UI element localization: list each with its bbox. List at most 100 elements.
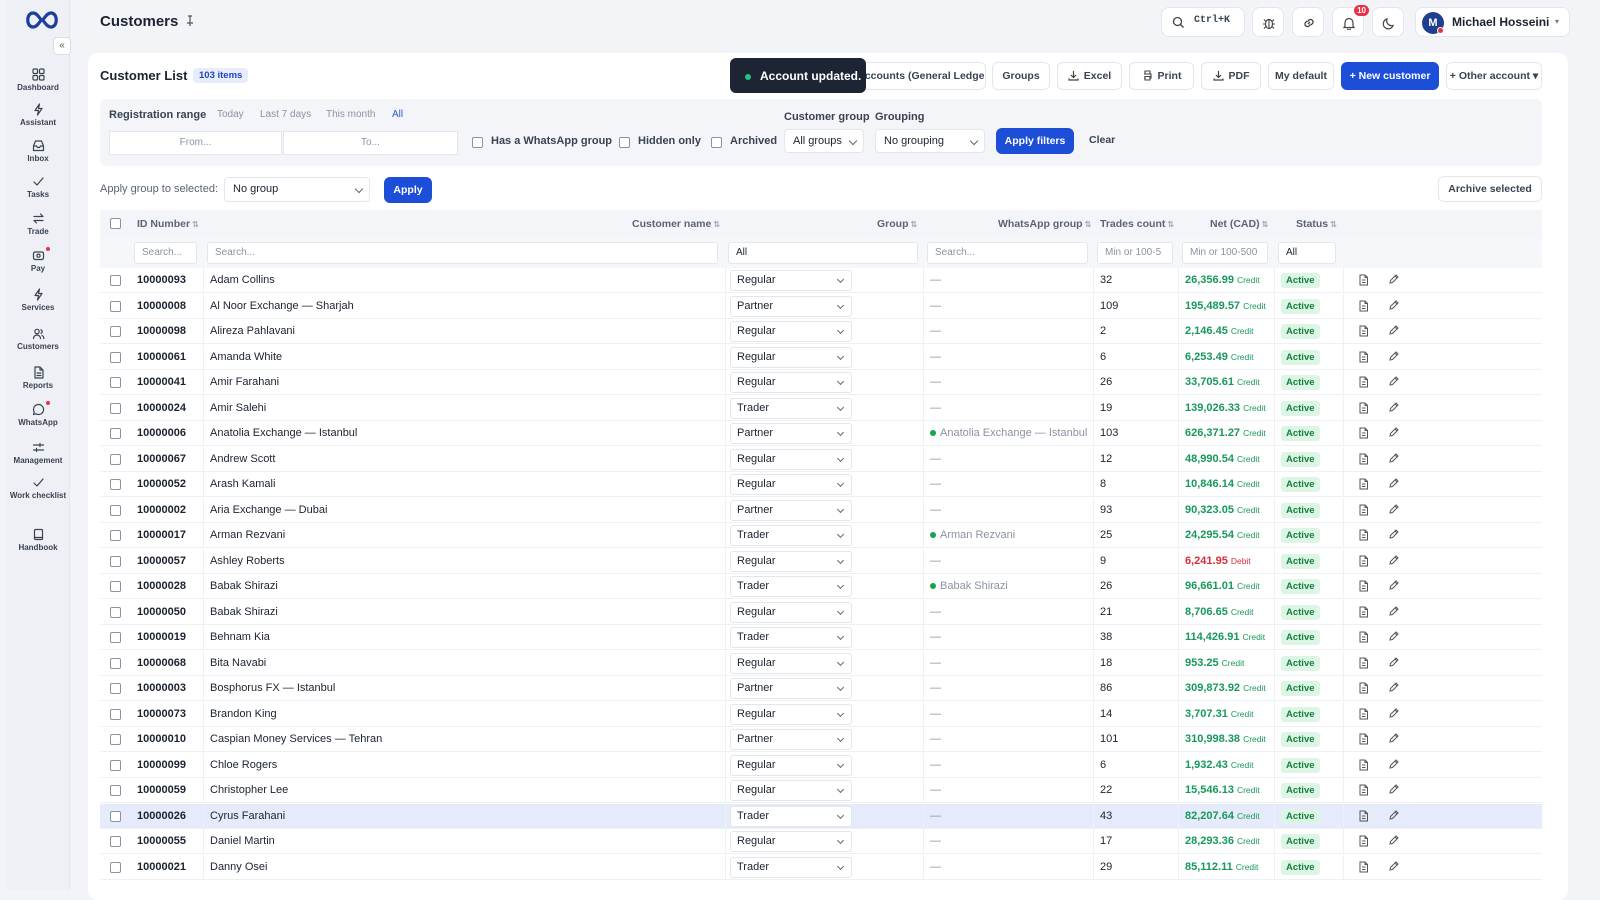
document-icon[interactable] <box>1358 810 1369 822</box>
customer-name[interactable]: Al Noor Exchange — Sharjah <box>210 300 354 312</box>
row-group-select[interactable]: Partner <box>730 295 852 317</box>
sidebar-item-trade[interactable]: Trade <box>6 212 70 237</box>
document-icon[interactable] <box>1358 274 1369 286</box>
table-row[interactable]: 10000002 Aria Exchange — Dubai Partner — 93 9… <box>100 497 1542 523</box>
row-group-select[interactable]: Trader <box>730 627 852 648</box>
table-row[interactable]: 10000067 Andrew Scott Regular — 12 48,990.54 C… <box>100 446 1542 472</box>
customer-name[interactable]: Amir Salehi <box>210 402 266 414</box>
row-checkbox[interactable] <box>110 402 121 414</box>
row-checkbox[interactable] <box>110 504 121 516</box>
row-checkbox[interactable] <box>110 836 121 847</box>
customer-name[interactable]: Danny Osei <box>210 861 267 873</box>
customer-group-select[interactable]: All groups <box>784 129 864 153</box>
edit-icon[interactable] <box>1388 325 1399 336</box>
table-row[interactable]: 10000073 Brandon King Regular — 14 3,707.31 Cr… <box>100 701 1542 727</box>
sidebar-item-whatsapp[interactable]: WhatsApp <box>6 401 70 428</box>
date-from-input[interactable]: From... <box>109 131 282 155</box>
row-checkbox[interactable] <box>110 810 121 822</box>
table-row[interactable]: 10000068 Bita Navabi Regular — 18 953.25 Credi… <box>100 650 1542 676</box>
table-row[interactable]: 10000093 Adam Collins Regular — 32 26,356.99 C… <box>100 268 1542 293</box>
row-checkbox[interactable] <box>110 428 121 439</box>
column-group[interactable]: Group ⇅ <box>877 218 917 230</box>
row-checkbox[interactable] <box>110 555 121 567</box>
row-group-select[interactable]: Regular <box>730 321 852 342</box>
row-checkbox[interactable] <box>110 530 121 541</box>
customer-name[interactable]: Alireza Pahlavani <box>210 325 295 337</box>
theme-toggle-button[interactable] <box>1372 7 1404 37</box>
clear-filters-button[interactable]: Clear <box>1089 134 1115 146</box>
document-icon[interactable] <box>1358 478 1369 490</box>
edit-icon[interactable] <box>1388 376 1399 387</box>
row-group-select[interactable]: Regular <box>730 346 852 368</box>
excel-export-button[interactable]: Excel <box>1057 62 1122 90</box>
new-customer-button[interactable]: + New customer <box>1341 62 1439 90</box>
document-icon[interactable] <box>1358 580 1369 592</box>
edit-icon[interactable] <box>1388 733 1399 744</box>
hidden-only-checkbox[interactable] <box>619 137 630 148</box>
edit-icon[interactable] <box>1388 656 1399 668</box>
table-row[interactable]: 10000019 Behnam Kia Trader — 38 114,426.91 Cre… <box>100 625 1542 650</box>
row-checkbox[interactable] <box>110 759 121 771</box>
customer-name[interactable]: Daniel Martin <box>210 835 275 847</box>
table-row[interactable]: 10000026 Cyrus Farahani Trader — 43 82,207.64… <box>100 803 1542 829</box>
document-icon[interactable] <box>1358 402 1369 414</box>
edit-icon[interactable] <box>1388 299 1399 311</box>
edit-icon[interactable] <box>1388 401 1399 413</box>
table-row[interactable]: 10000021 Danny Osei Trader — 29 85,112.11 Cred… <box>100 854 1542 880</box>
document-icon[interactable] <box>1358 657 1369 669</box>
row-group-select[interactable]: Regular <box>730 780 852 801</box>
table-row[interactable]: 10000006 Anatolia Exchange — Istanbul Part… <box>100 421 1542 446</box>
table-row[interactable]: 10000003 Bosphorus FX — Istanbul Partner — 8… <box>100 676 1542 701</box>
row-checkbox[interactable] <box>110 351 121 363</box>
edit-icon[interactable] <box>1388 427 1399 438</box>
has-whatsapp-checkbox[interactable] <box>472 137 483 148</box>
global-search-button[interactable]: Ctrl+K <box>1161 7 1245 37</box>
document-icon[interactable] <box>1358 708 1369 720</box>
document-icon[interactable] <box>1358 351 1369 363</box>
customer-name[interactable]: Amir Farahani <box>210 376 279 388</box>
row-group-select[interactable]: Partner <box>730 499 852 521</box>
sidebar-item-work-checklist[interactable]: Work checklist <box>6 476 70 501</box>
edit-icon[interactable] <box>1388 350 1399 362</box>
edit-icon[interactable] <box>1388 452 1399 464</box>
row-checkbox[interactable] <box>110 300 121 312</box>
row-group-select[interactable]: Trader <box>730 576 852 597</box>
trades-filter-input[interactable]: Min or 100-5 <box>1097 242 1173 264</box>
row-group-select[interactable]: Regular <box>730 270 852 291</box>
general-ledger-button[interactable]: r accounts (General Ledger) <box>851 62 986 90</box>
row-checkbox[interactable] <box>110 479 121 490</box>
collapse-sidebar-button[interactable]: « <box>53 37 71 55</box>
edit-icon[interactable] <box>1388 580 1399 591</box>
document-icon[interactable] <box>1358 504 1369 516</box>
notifications-button[interactable]: 10 <box>1332 5 1369 37</box>
customer-name[interactable]: Chloe Rogers <box>210 759 277 771</box>
date-to-input[interactable]: To... <box>283 131 458 155</box>
row-group-select[interactable]: Trader <box>730 525 852 546</box>
customer-name[interactable]: Ashley Roberts <box>210 555 285 567</box>
column-status[interactable]: Status ⇅ <box>1296 218 1337 230</box>
row-group-select[interactable]: Trader <box>730 397 852 419</box>
pdf-export-button[interactable]: PDF <box>1201 62 1261 90</box>
table-row[interactable]: 10000008 Al Noor Exchange — Sharjah Partne… <box>100 293 1542 319</box>
row-group-select[interactable]: Regular <box>730 372 852 393</box>
document-icon[interactable] <box>1358 555 1369 567</box>
table-row[interactable]: 10000059 Christopher Lee Regular — 22 15,546.… <box>100 778 1542 803</box>
edit-icon[interactable] <box>1388 835 1399 846</box>
row-checkbox[interactable] <box>110 275 121 286</box>
pin-icon[interactable] <box>185 15 195 27</box>
table-row[interactable]: 10000017 Arman Rezvani Trader Arman Rezvani… <box>100 523 1542 548</box>
row-checkbox[interactable] <box>110 708 121 720</box>
document-icon[interactable] <box>1358 682 1369 694</box>
customer-name[interactable]: Christopher Lee <box>210 784 288 796</box>
document-icon[interactable] <box>1358 861 1369 873</box>
row-group-select[interactable]: Partner <box>730 678 852 699</box>
column-customer-name[interactable]: Customer name ⇅ <box>632 218 720 230</box>
document-icon[interactable] <box>1358 453 1369 465</box>
edit-icon[interactable] <box>1388 860 1399 872</box>
row-checkbox[interactable] <box>110 606 121 618</box>
range-today[interactable]: Today <box>217 109 244 120</box>
range-all[interactable]: All <box>392 109 403 120</box>
range-last-7-days[interactable]: Last 7 days <box>260 109 311 120</box>
edit-icon[interactable] <box>1388 605 1399 617</box>
customer-name[interactable]: Cyrus Farahani <box>210 810 285 822</box>
